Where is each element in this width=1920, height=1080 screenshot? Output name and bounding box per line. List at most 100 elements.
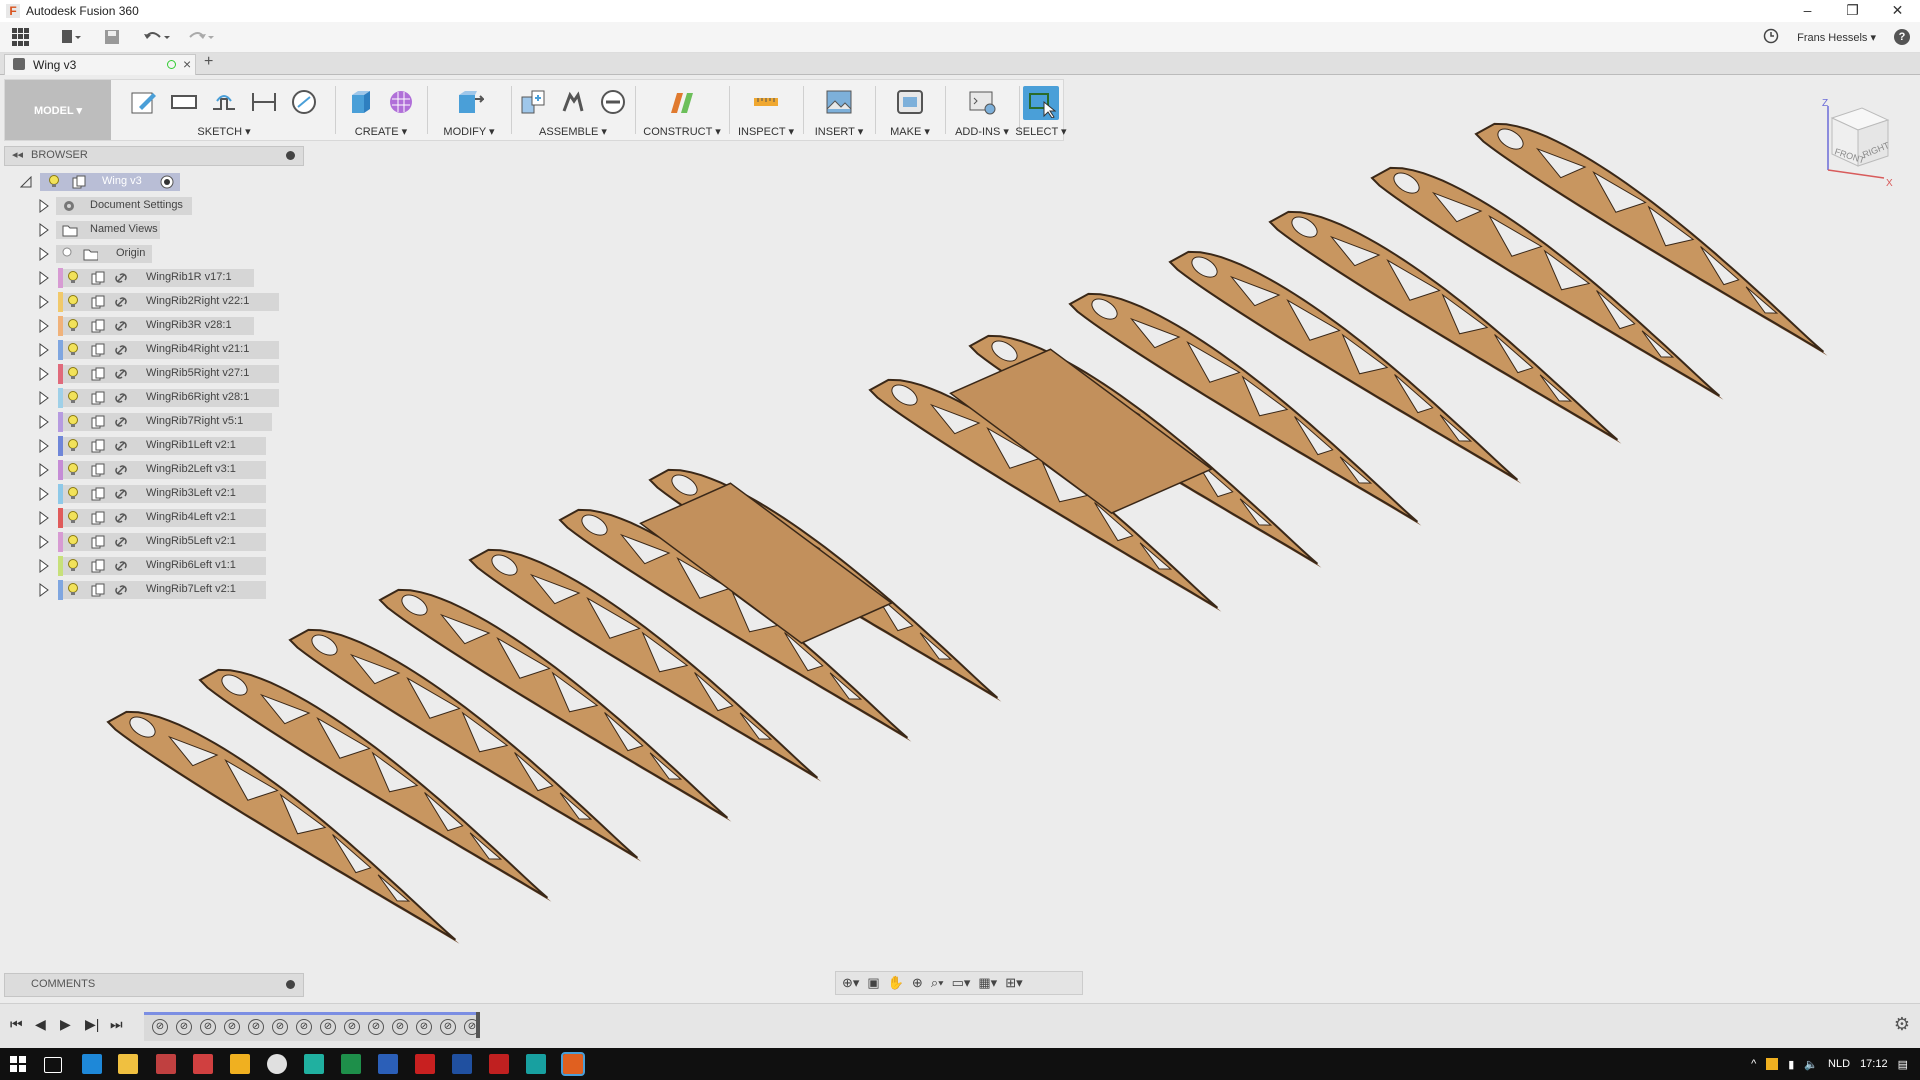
- timeline-back-icon[interactable]: ◀: [35, 1016, 46, 1033]
- timeline-feature-icon[interactable]: ⊘: [272, 1019, 288, 1035]
- timeline-feature-icon[interactable]: ⊘: [296, 1019, 312, 1035]
- acrobat-icon[interactable]: [489, 1054, 509, 1074]
- language-indicator[interactable]: NLD: [1828, 1058, 1850, 1070]
- timeline-feature-icon[interactable]: ⊘: [176, 1019, 192, 1035]
- browser-item[interactable]: WingRib4Left v2:1: [0, 508, 320, 528]
- visibility-bulb-icon[interactable]: [66, 367, 146, 384]
- view-cube[interactable]: FRONT RIGHT Z X: [1808, 96, 1898, 189]
- browser-item[interactable]: WingRib4Right v21:1: [0, 340, 320, 360]
- browser-item[interactable]: Origin: [0, 244, 320, 264]
- app-icon-4[interactable]: [304, 1054, 324, 1074]
- restore-button[interactable]: ❐: [1830, 0, 1875, 22]
- visibility-bulb-icon[interactable]: [66, 391, 146, 408]
- measure-icon[interactable]: [750, 86, 782, 118]
- notifications-icon[interactable]: ▤: [1898, 1058, 1908, 1071]
- expand-triangle-icon[interactable]: [38, 439, 50, 456]
- activate-radio-icon[interactable]: [160, 175, 174, 189]
- task-view-icon[interactable]: [44, 1057, 62, 1073]
- fusion-taskbar-icon[interactable]: [561, 1052, 585, 1076]
- close-tab-icon[interactable]: ×: [183, 56, 191, 72]
- browser-panel-header[interactable]: ◂◂ BROWSER: [4, 146, 304, 166]
- visibility-bulb-icon[interactable]: [66, 295, 146, 312]
- comments-pin-icon[interactable]: [286, 980, 295, 989]
- expand-triangle-icon[interactable]: [38, 271, 50, 288]
- expand-triangle-icon[interactable]: [38, 295, 50, 312]
- expand-triangle-icon[interactable]: [38, 199, 50, 216]
- insert-group-label[interactable]: INSERT ▾: [805, 125, 873, 138]
- modify-group-label[interactable]: MODIFY ▾: [429, 125, 509, 138]
- visibility-bulb-icon[interactable]: [66, 559, 146, 576]
- timeline-feature-icon[interactable]: ⊘: [224, 1019, 240, 1035]
- app-icon-6[interactable]: [452, 1054, 472, 1074]
- word-icon[interactable]: [378, 1054, 398, 1074]
- timeline-forward-icon[interactable]: ▶|: [85, 1016, 99, 1033]
- visibility-bulb-icon[interactable]: [66, 415, 146, 432]
- app-icon-3[interactable]: [230, 1054, 250, 1074]
- app-icon-1[interactable]: [156, 1054, 176, 1074]
- visibility-bulb-icon[interactable]: [66, 487, 146, 504]
- save-icon[interactable]: [104, 25, 120, 49]
- timeline-settings-icon[interactable]: ⚙: [1894, 1014, 1910, 1035]
- offset-plane-icon[interactable]: [666, 86, 698, 118]
- scripts-icon[interactable]: [966, 86, 998, 118]
- chrome-icon[interactable]: [267, 1054, 287, 1074]
- wing-rib[interactable]: [1370, 166, 1724, 400]
- browser-item[interactable]: WingRib2Right v22:1: [0, 292, 320, 312]
- 3d-print-icon[interactable]: [894, 86, 926, 118]
- sketch-palette-icon[interactable]: [288, 86, 320, 118]
- help-icon[interactable]: ?: [1894, 29, 1910, 45]
- user-menu[interactable]: Frans Hessels ▾: [1797, 31, 1876, 44]
- app-icon-2[interactable]: [193, 1054, 213, 1074]
- workspace-switcher[interactable]: MODEL ▾: [5, 80, 111, 140]
- job-status-icon[interactable]: [1763, 28, 1779, 47]
- wing-rib[interactable]: [648, 468, 1002, 702]
- pan-icon[interactable]: ✋: [888, 975, 904, 991]
- grid-settings-icon[interactable]: ▦▾: [978, 975, 997, 991]
- browser-item[interactable]: WingRib3Left v2:1: [0, 484, 320, 504]
- data-panel-grid-icon[interactable]: [12, 28, 30, 46]
- extrude-icon[interactable]: [345, 86, 377, 118]
- visibility-bulb-icon[interactable]: [66, 439, 146, 456]
- viewports-icon[interactable]: ⊞▾: [1005, 975, 1022, 991]
- fit-icon[interactable]: ⌕▾: [931, 975, 944, 991]
- app-icon-5[interactable]: [415, 1054, 435, 1074]
- visibility-bulb-icon[interactable]: [66, 319, 146, 336]
- redo-icon[interactable]: [186, 25, 216, 49]
- wing-rib[interactable]: [968, 334, 1322, 568]
- timeline-start-icon[interactable]: ⏮: [10, 1016, 23, 1033]
- volume-icon[interactable]: 🔈: [1804, 1058, 1818, 1071]
- start-icon[interactable]: [10, 1056, 26, 1072]
- press-pull-icon[interactable]: [453, 86, 485, 118]
- explorer-icon[interactable]: [118, 1054, 138, 1074]
- expand-triangle-icon[interactable]: [38, 223, 50, 240]
- visibility-bulb-icon[interactable]: [48, 175, 60, 189]
- wing-rib[interactable]: [1168, 250, 1522, 484]
- expand-triangle-icon[interactable]: [38, 511, 50, 528]
- undo-icon[interactable]: [142, 25, 172, 49]
- wing-rib[interactable]: [558, 508, 912, 742]
- create-sketch-icon[interactable]: [128, 86, 160, 118]
- form-icon[interactable]: [385, 86, 417, 118]
- timeline-play-icon[interactable]: ▶: [60, 1016, 71, 1033]
- browser-item[interactable]: WingRib7Left v2:1: [0, 580, 320, 600]
- plywood-sheet[interactable]: [949, 348, 1213, 514]
- tray-app-icon[interactable]: [1766, 1058, 1779, 1070]
- wing-rib[interactable]: [468, 548, 822, 782]
- finish-sketch-icon[interactable]: [208, 86, 240, 118]
- timeline-feature-icon[interactable]: ⊘: [368, 1019, 384, 1035]
- collapse-browser-icon[interactable]: ◂◂: [12, 148, 23, 161]
- display-settings-icon[interactable]: ▭▾: [952, 975, 971, 991]
- browser-item[interactable]: WingRib7Right v5:1: [0, 412, 320, 432]
- wing-rib[interactable]: [198, 668, 552, 902]
- timeline-feature-icon[interactable]: ⊘: [320, 1019, 336, 1035]
- browser-item[interactable]: Named Views: [0, 220, 320, 240]
- browser-item[interactable]: WingRib5Right v27:1: [0, 364, 320, 384]
- timeline-feature-icon[interactable]: ⊘: [440, 1019, 456, 1035]
- visibility-bulb-icon[interactable]: [66, 271, 146, 288]
- expand-triangle-icon[interactable]: [38, 559, 50, 576]
- browser-item[interactable]: WingRib3R v28:1: [0, 316, 320, 336]
- plywood-sheet[interactable]: [639, 482, 893, 644]
- browser-item[interactable]: WingRib6Left v1:1: [0, 556, 320, 576]
- tray-overflow-icon[interactable]: ^: [1751, 1058, 1756, 1070]
- timeline-feature-icon[interactable]: ⊘: [392, 1019, 408, 1035]
